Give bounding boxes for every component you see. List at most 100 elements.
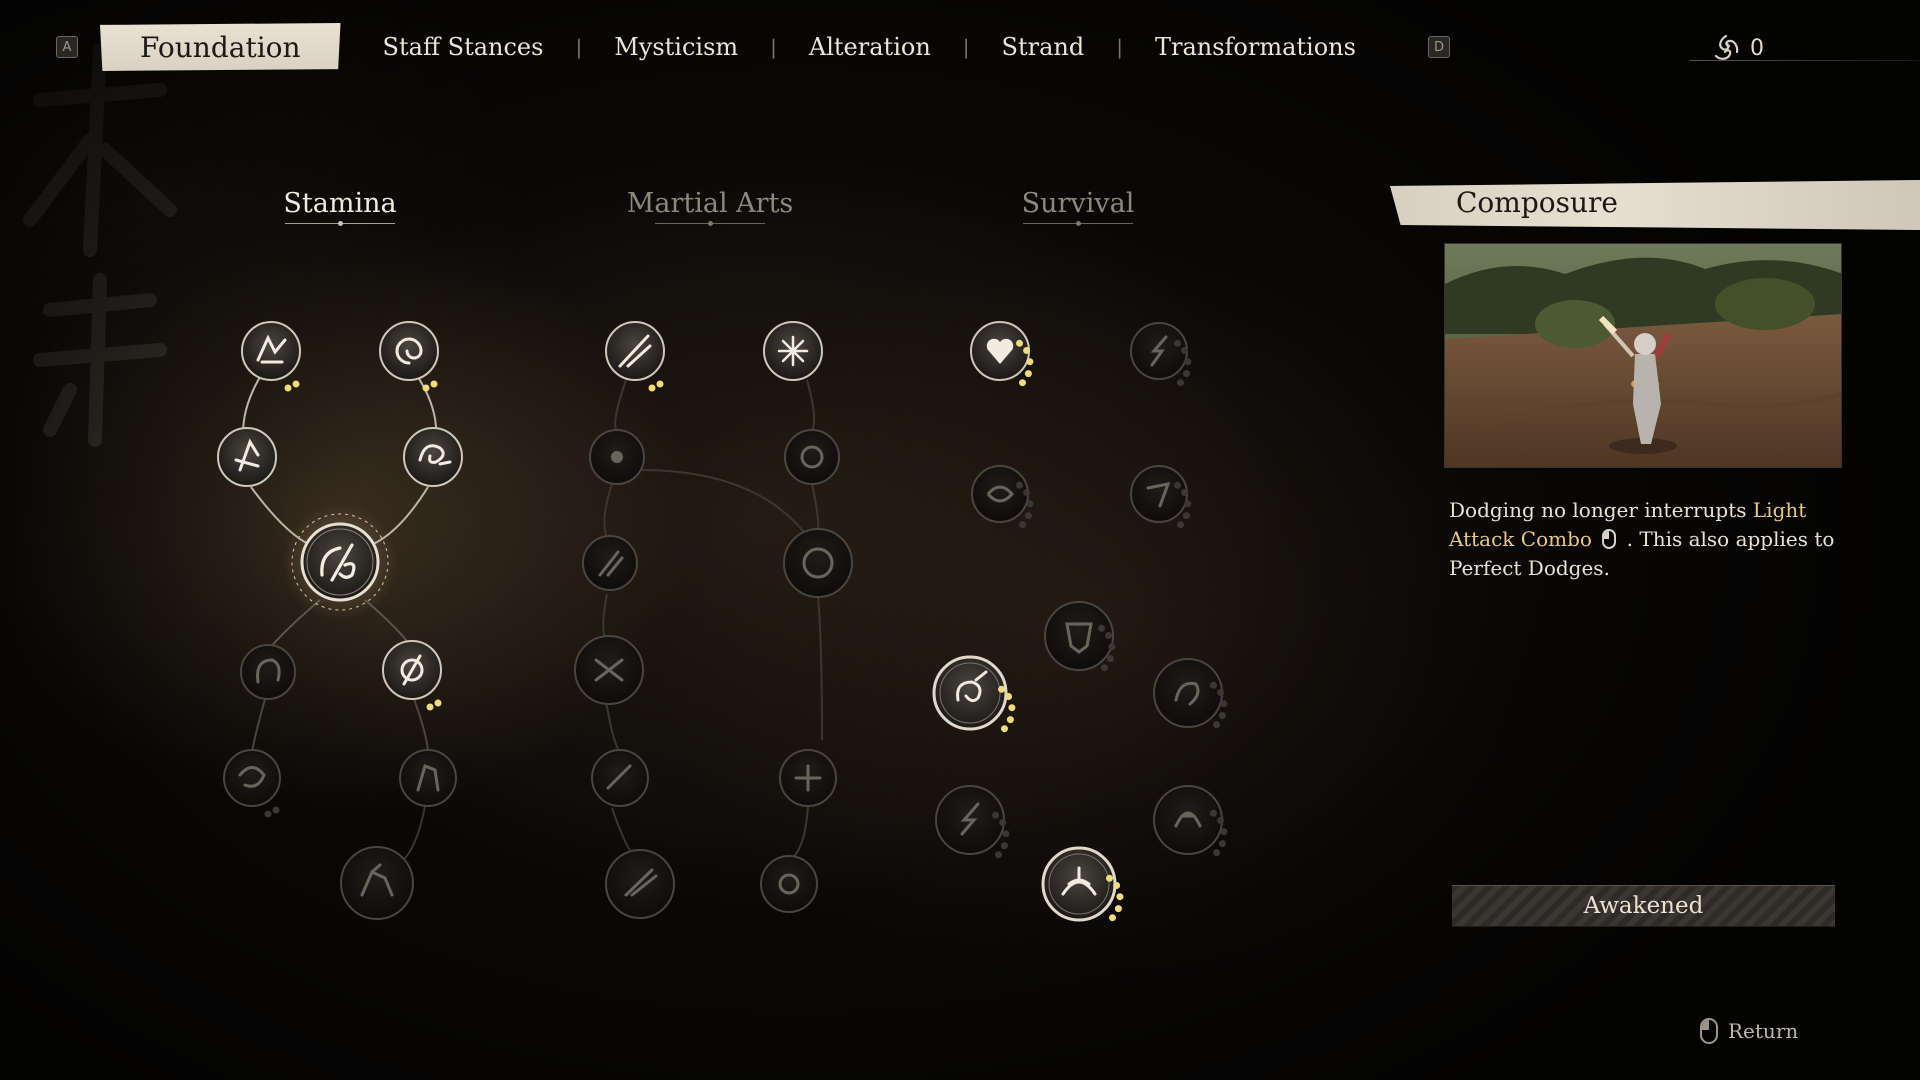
- return-button[interactable]: Return: [1700, 1018, 1798, 1044]
- level-dot: [1174, 339, 1181, 347]
- stamina-tree: [217, 321, 463, 920]
- level-dot: [1181, 347, 1189, 354]
- awakened-button[interactable]: Awakened: [1452, 885, 1835, 927]
- level-dot: [1016, 481, 1023, 489]
- level-dot: [1023, 489, 1031, 496]
- level-dot: [1217, 689, 1225, 696]
- skill-node-martial-8[interactable]: [591, 749, 649, 807]
- level-dot: [1114, 905, 1122, 913]
- level-dot: [426, 703, 434, 711]
- level-dot: [1217, 817, 1225, 824]
- level-dot: [1109, 914, 1116, 922]
- skill-node-stamina-4[interactable]: [403, 427, 463, 487]
- level-dot: [1210, 681, 1217, 689]
- skill-description: Dodging no longer interrupts Light Attac…: [1449, 496, 1839, 583]
- level-dot: [1182, 512, 1190, 520]
- level-dot: [1220, 828, 1228, 836]
- level-dot: [1008, 704, 1016, 712]
- level-dot: [1177, 379, 1184, 387]
- skill-node-stamina-8[interactable]: [223, 749, 281, 807]
- tree-connections: [242, 376, 823, 871]
- level-dot: [1220, 700, 1228, 708]
- skill-node-survival-3[interactable]: [971, 465, 1029, 523]
- skill-node-stamina-7[interactable]: [382, 640, 442, 700]
- skill-node-martial-4[interactable]: [784, 429, 840, 485]
- level-dot: [1181, 489, 1189, 496]
- skill-node-stamina-composure[interactable]: [282, 504, 398, 620]
- level-dot: [1005, 693, 1013, 700]
- skill-node-martial-3[interactable]: [589, 429, 645, 485]
- return-label: Return: [1728, 1019, 1799, 1043]
- skill-node-stamina-6[interactable]: [240, 644, 296, 700]
- skill-node-survival-7[interactable]: [1153, 658, 1223, 728]
- level-dot: [656, 380, 664, 388]
- key-hint-d[interactable]: D: [1427, 36, 1450, 58]
- mouse-left-icon: [1602, 529, 1617, 549]
- level-dot: [999, 819, 1007, 826]
- level-dot: [292, 380, 300, 388]
- skill-node-survival-4[interactable]: [1130, 465, 1188, 523]
- level-dot: [1000, 842, 1008, 850]
- level-dot: [992, 811, 999, 819]
- detail-title: Composure: [1456, 186, 1618, 219]
- level-dot: [1098, 624, 1105, 632]
- skill-node-survival-8[interactable]: [935, 785, 1005, 855]
- skill-node-martial-7[interactable]: [574, 635, 644, 705]
- mouse-icon: [1700, 1018, 1718, 1044]
- skill-tree: [217, 321, 1228, 922]
- level-dot: [1218, 840, 1226, 848]
- skill-node-survival-6[interactable]: [932, 655, 1008, 731]
- level-dot: [422, 384, 430, 392]
- level-dot: [264, 810, 272, 818]
- level-dot: [1019, 379, 1026, 387]
- level-dot: [998, 685, 1005, 693]
- level-dot: [648, 384, 656, 392]
- level-dot: [1177, 521, 1184, 529]
- level-dot: [1023, 347, 1031, 354]
- level-dot: [1116, 893, 1124, 901]
- level-dot: [430, 380, 438, 388]
- level-dot: [1101, 664, 1108, 672]
- skill-node-stamina-1[interactable]: [241, 321, 301, 381]
- skill-description-text: Dodging no longer interrupts: [1449, 498, 1753, 522]
- currency-underline: [1690, 60, 1920, 61]
- skill-node-stamina-2[interactable]: [379, 321, 439, 381]
- level-dot: [1002, 830, 1010, 838]
- level-dot: [284, 384, 292, 392]
- level-dot: [434, 699, 442, 707]
- skill-node-martial-1[interactable]: [605, 321, 665, 381]
- survival-tree: [932, 321, 1223, 922]
- skill-node-martial-9[interactable]: [779, 749, 837, 807]
- skill-node-survival-5[interactable]: [1044, 601, 1114, 671]
- level-dot: [1001, 725, 1008, 733]
- level-dot: [1016, 339, 1023, 347]
- skill-node-stamina-3[interactable]: [217, 427, 277, 487]
- skill-node-martial-2[interactable]: [763, 321, 823, 381]
- level-dot: [1184, 358, 1192, 366]
- level-dot: [1024, 370, 1032, 378]
- skill-node-stamina-10[interactable]: [340, 846, 414, 920]
- level-dot: [1182, 370, 1190, 378]
- level-dot: [1218, 712, 1226, 720]
- skill-node-martial-10[interactable]: [605, 849, 675, 919]
- level-dot: [1024, 512, 1032, 520]
- skill-node-martial-6[interactable]: [783, 528, 853, 598]
- level-dot: [1026, 500, 1034, 508]
- level-dot: [272, 806, 280, 814]
- skill-node-martial-11[interactable]: [760, 855, 818, 913]
- level-dot: [1213, 849, 1220, 857]
- level-dot: [1106, 874, 1113, 882]
- skill-node-survival-9[interactable]: [1153, 785, 1223, 855]
- level-dot: [1019, 521, 1026, 529]
- level-dot: [1174, 481, 1181, 489]
- skill-node-martial-5[interactable]: [582, 535, 638, 591]
- level-dot: [1213, 721, 1220, 729]
- level-dot: [995, 851, 1002, 859]
- skill-node-survival-2[interactable]: [1130, 322, 1188, 380]
- level-dot: [1210, 809, 1217, 817]
- skill-node-survival-10[interactable]: [1041, 846, 1117, 922]
- skill-node-survival-1[interactable]: [970, 321, 1030, 381]
- level-dot: [1006, 716, 1014, 724]
- skill-preview-image: [1444, 243, 1842, 468]
- skill-node-stamina-9[interactable]: [399, 749, 457, 807]
